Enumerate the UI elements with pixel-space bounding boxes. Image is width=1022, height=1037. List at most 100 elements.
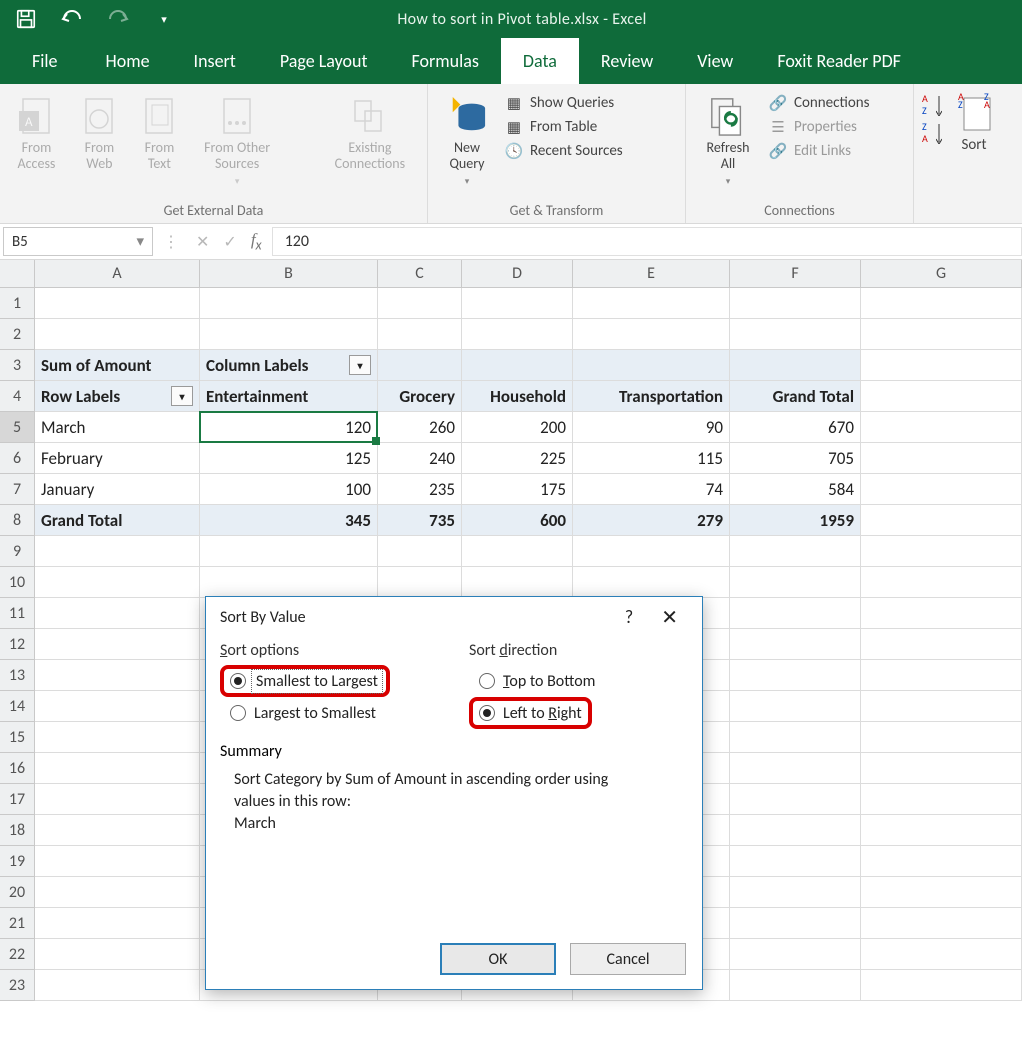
cell-A1[interactable]	[35, 288, 200, 319]
cell-A10[interactable]	[35, 567, 200, 598]
from-text-button[interactable]: From Text	[132, 88, 187, 172]
connections-button[interactable]: 🔗Connections	[768, 94, 870, 112]
cell-C3[interactable]	[378, 350, 462, 381]
chevron-down-icon[interactable]: ▾	[136, 232, 144, 251]
cancel-button[interactable]: Cancel	[570, 943, 686, 975]
cell-F16[interactable]	[730, 753, 861, 784]
cell-A22[interactable]	[35, 939, 200, 970]
cell-G21[interactable]	[861, 908, 1022, 939]
row-header-8[interactable]: 8	[0, 505, 35, 536]
cell-B7[interactable]: 100	[200, 474, 378, 505]
cell-E1[interactable]	[573, 288, 730, 319]
cell-G11[interactable]	[861, 598, 1022, 629]
sort-za-button[interactable]: ZA	[922, 122, 942, 144]
cell-B5[interactable]: 120	[200, 412, 378, 443]
tab-file[interactable]: File	[6, 38, 84, 84]
row-header-12[interactable]: 12	[0, 629, 35, 660]
sort-az-button[interactable]: AZ	[922, 94, 942, 116]
cell-F23[interactable]	[730, 970, 861, 1001]
cell-G2[interactable]	[861, 319, 1022, 350]
cell-A16[interactable]	[35, 753, 200, 784]
cell-A9[interactable]	[35, 536, 200, 567]
cell-C5[interactable]: 260	[378, 412, 462, 443]
row-header-2[interactable]: 2	[0, 319, 35, 350]
cell-A4[interactable]: Row Labels▾	[35, 381, 200, 412]
cell-G19[interactable]	[861, 846, 1022, 877]
cell-D10[interactable]	[462, 567, 573, 598]
row-header-13[interactable]: 13	[0, 660, 35, 691]
row-header-21[interactable]: 21	[0, 908, 35, 939]
tab-insert[interactable]: Insert	[172, 38, 258, 84]
cell-D4[interactable]: Household	[462, 381, 573, 412]
from-web-button[interactable]: From Web	[71, 88, 128, 172]
cell-A15[interactable]	[35, 722, 200, 753]
cell-E7[interactable]: 74	[573, 474, 730, 505]
from-other-sources-button[interactable]: From Other Sources▾	[191, 88, 283, 190]
cell-C7[interactable]: 235	[378, 474, 462, 505]
cell-A19[interactable]	[35, 846, 200, 877]
cell-A20[interactable]	[35, 877, 200, 908]
cell-E9[interactable]	[573, 536, 730, 567]
row-header-17[interactable]: 17	[0, 784, 35, 815]
cell-G14[interactable]	[861, 691, 1022, 722]
cell-F12[interactable]	[730, 629, 861, 660]
cell-G20[interactable]	[861, 877, 1022, 908]
cell-F5[interactable]: 670	[730, 412, 861, 443]
cell-E5[interactable]: 90	[573, 412, 730, 443]
cell-G4[interactable]	[861, 381, 1022, 412]
tab-formulas[interactable]: Formulas	[390, 38, 501, 84]
cell-A21[interactable]	[35, 908, 200, 939]
cell-G22[interactable]	[861, 939, 1022, 970]
col-header-B[interactable]: B	[200, 260, 378, 288]
cell-F3[interactable]	[730, 350, 861, 381]
cell-B2[interactable]	[200, 319, 378, 350]
cell-G10[interactable]	[861, 567, 1022, 598]
cell-F11[interactable]	[730, 598, 861, 629]
cell-G12[interactable]	[861, 629, 1022, 660]
cell-F20[interactable]	[730, 877, 861, 908]
cell-F1[interactable]	[730, 288, 861, 319]
cell-D1[interactable]	[462, 288, 573, 319]
cell-B10[interactable]	[200, 567, 378, 598]
cell-G9[interactable]	[861, 536, 1022, 567]
col-header-D[interactable]: D	[462, 260, 573, 288]
cell-G13[interactable]	[861, 660, 1022, 691]
tab-review[interactable]: Review	[579, 38, 675, 84]
cell-F13[interactable]	[730, 660, 861, 691]
tab-home[interactable]: Home	[84, 38, 172, 84]
cell-F14[interactable]	[730, 691, 861, 722]
cell-C8[interactable]: 735	[378, 505, 462, 536]
close-icon[interactable]: ✕	[651, 605, 688, 630]
cell-D8[interactable]: 600	[462, 505, 573, 536]
cell-G3[interactable]	[861, 350, 1022, 381]
cell-G16[interactable]	[861, 753, 1022, 784]
cell-G15[interactable]	[861, 722, 1022, 753]
help-icon[interactable]: ?	[607, 606, 651, 628]
cell-F21[interactable]	[730, 908, 861, 939]
undo-icon[interactable]	[54, 1, 90, 37]
cell-E4[interactable]: Transportation	[573, 381, 730, 412]
row-header-22[interactable]: 22	[0, 939, 35, 970]
ok-button[interactable]: OK	[440, 943, 556, 975]
cell-E2[interactable]	[573, 319, 730, 350]
row-header-6[interactable]: 6	[0, 443, 35, 474]
save-icon[interactable]	[8, 1, 44, 37]
radio-largest-to-smallest[interactable]	[230, 705, 246, 721]
cell-F18[interactable]	[730, 815, 861, 846]
cell-G8[interactable]	[861, 505, 1022, 536]
row-header-9[interactable]: 9	[0, 536, 35, 567]
cell-G7[interactable]	[861, 474, 1022, 505]
tab-foxit[interactable]: Foxit Reader PDF	[755, 38, 923, 84]
cell-E3[interactable]	[573, 350, 730, 381]
cell-G1[interactable]	[861, 288, 1022, 319]
cell-G23[interactable]	[861, 970, 1022, 1001]
cell-A23[interactable]	[35, 970, 200, 1001]
customize-qat-icon[interactable]: ▾	[146, 1, 182, 37]
cell-A5[interactable]: March	[35, 412, 200, 443]
cell-A12[interactable]	[35, 629, 200, 660]
cell-D3[interactable]	[462, 350, 573, 381]
row-header-20[interactable]: 20	[0, 877, 35, 908]
new-query-button[interactable]: New Query▾	[434, 88, 500, 190]
cell-C6[interactable]: 240	[378, 443, 462, 474]
cell-E10[interactable]	[573, 567, 730, 598]
